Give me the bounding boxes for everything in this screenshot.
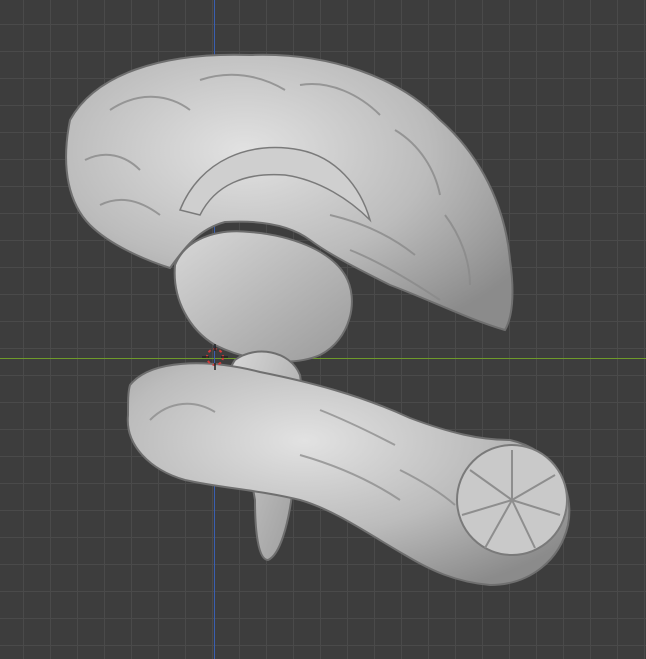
3d-cursor-icon[interactable] xyxy=(202,344,228,370)
brain-model[interactable] xyxy=(0,0,646,659)
3d-viewport[interactable] xyxy=(0,0,646,659)
